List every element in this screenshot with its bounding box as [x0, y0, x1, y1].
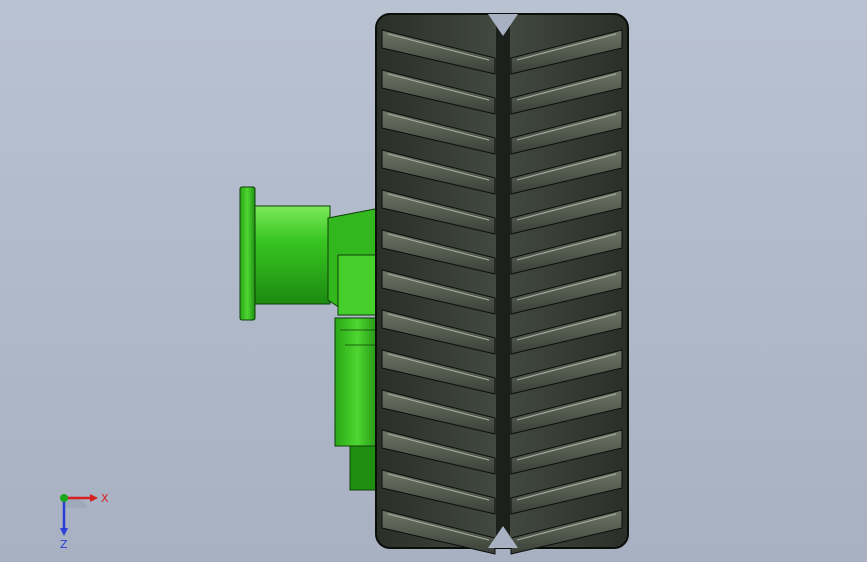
- z-axis-label: Z: [60, 538, 68, 550]
- gear-housing[interactable]: [334, 317, 381, 447]
- tire[interactable]: [375, 13, 629, 555]
- axle-cylinder[interactable]: [254, 205, 331, 305]
- y-axis-point: [60, 494, 68, 502]
- x-axis-label: X: [101, 492, 109, 505]
- tire-center-groove: [496, 20, 510, 542]
- model-scene[interactable]: [0, 0, 867, 562]
- cad-viewport[interactable]: X Z: [0, 0, 867, 562]
- coordinate-triad: X Z: [60, 492, 109, 550]
- hub-flange[interactable]: [239, 186, 256, 321]
- hub-assembly[interactable]: [239, 186, 381, 491]
